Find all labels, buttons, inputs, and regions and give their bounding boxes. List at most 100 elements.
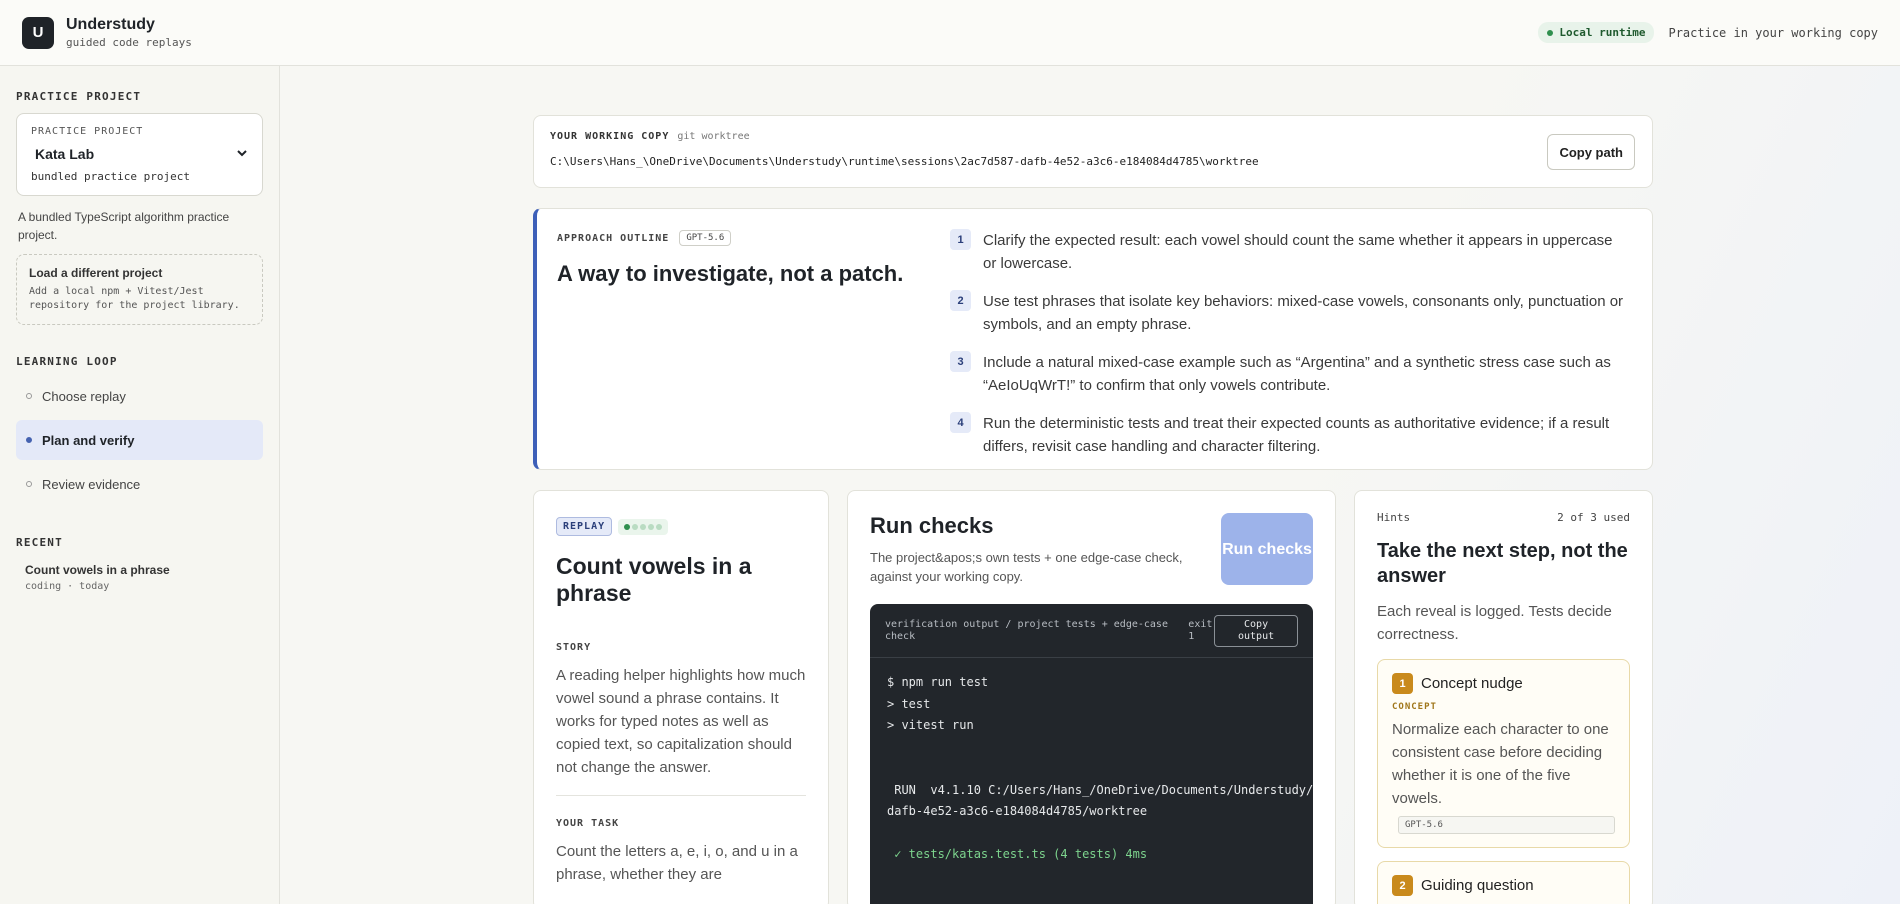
hint-title: Concept nudge xyxy=(1421,675,1523,692)
copy-path-button[interactable]: Copy path xyxy=(1547,134,1635,170)
recent-item-title: Count vowels in a phrase xyxy=(25,563,170,577)
approach-label: APPROACH OUTLINE xyxy=(557,232,670,244)
hint-category: CONCEPT xyxy=(1392,702,1437,712)
loop-item-label: Review evidence xyxy=(42,476,141,492)
hints-used-count: 2 of 3 used xyxy=(1557,511,1630,524)
exit-code: exit 1 xyxy=(1188,618,1213,642)
project-name: Kata Lab xyxy=(35,146,95,162)
terminal-line: RUN v4.1.10 C:/Users/Hans_/OneDrive/Docu… xyxy=(894,782,1313,797)
terminal-label: verification output / project tests + ed… xyxy=(885,618,1168,642)
progress-dot xyxy=(624,523,631,530)
loop-item-review-evidence[interactable]: Review evidence xyxy=(16,464,263,504)
hint-number: 1 xyxy=(1392,673,1413,694)
sidebar: PRACTICE PROJECT PRACTICE PROJECT Kata L… xyxy=(0,66,280,904)
run-checks-button[interactable]: Run checks xyxy=(1221,513,1313,585)
terminal-line: ✓ tests/katas.test.ts (4 tests) 4ms xyxy=(887,847,1148,861)
story-label: STORY xyxy=(556,642,592,653)
app-header: U Understudy guided code replays Local r… xyxy=(0,0,1900,66)
recent-heading: RECENT xyxy=(16,536,63,549)
working-copy-path: C:\Users\Hans_\OneDrive\Documents\Unders… xyxy=(550,155,1259,168)
recent-item-sub: coding · today xyxy=(25,581,110,592)
app-logo: U xyxy=(22,16,54,49)
app-subtitle: guided code replays xyxy=(66,36,192,49)
step-dot-icon xyxy=(26,437,32,443)
model-badge: GPT-5.6 xyxy=(679,230,732,246)
loop-item-choose-replay[interactable]: Choose replay xyxy=(16,376,263,416)
project-description: A bundled TypeScript algorithm practice … xyxy=(18,210,230,242)
practice-project-heading: PRACTICE PROJECT xyxy=(16,90,142,103)
terminal-line: $ npm run test xyxy=(887,675,989,689)
hint-item[interactable]: 1 Concept nudge CONCEPT Normalize each c… xyxy=(1377,659,1630,848)
approach-step: 1 Clarify the expected result: each vowe… xyxy=(950,229,1630,275)
terminal-line: > vitest run xyxy=(887,718,974,732)
hints-card: Hints 2 of 3 used Take the next step, no… xyxy=(1354,490,1653,904)
main-content: YOUR WORKING COPY git worktree C:\Users\H… xyxy=(281,66,1900,904)
header-note: Practice in your working copy xyxy=(1668,25,1878,40)
app-name: Understudy xyxy=(66,16,155,33)
approach-step: 2 Use test phrases that isolate key beha… xyxy=(950,290,1630,336)
loop-item-plan-and-verify[interactable]: Plan and verify xyxy=(16,420,263,460)
project-card-desc: bundled practice project xyxy=(31,170,190,183)
task-text: Count the letters a, e, i, o, and u in a… xyxy=(556,843,798,883)
project-selector[interactable]: PRACTICE PROJECT Kata Lab bundled practi… xyxy=(16,113,263,196)
divider xyxy=(556,795,806,796)
status-dot-icon xyxy=(1547,29,1554,36)
hints-desc: Each reveal is logged. Tests decide corr… xyxy=(1377,603,1612,643)
progress-dot xyxy=(640,523,647,530)
load-project-title: Load a different project xyxy=(29,266,163,280)
replay-tag: REPLAY xyxy=(556,517,613,536)
brand: Understudy guided code replays xyxy=(66,16,192,49)
terminal-line: dafb-4e52-a3c6-e184084d4785/worktree xyxy=(887,804,1148,818)
hint-title: Guiding question xyxy=(1421,877,1534,894)
step-dot-icon xyxy=(26,393,32,399)
terminal-line: > test xyxy=(887,696,931,711)
step-text: Clarify the expected result: each vowel … xyxy=(983,232,1613,272)
working-copy-label: YOUR WORKING COPY git worktree xyxy=(550,131,1636,142)
loop-item-label: Plan and verify xyxy=(42,432,135,448)
step-text: Include a natural mixed-case example suc… xyxy=(983,354,1611,394)
step-text: Use test phrases that isolate key behavi… xyxy=(983,293,1624,333)
hint-item[interactable]: 2 Guiding question xyxy=(1377,861,1630,904)
loop-item-label: Choose replay xyxy=(42,388,126,404)
step-number: 4 xyxy=(950,412,971,433)
terminal-body: $ npm run test > test > vitest run RUN v4.… xyxy=(870,658,1313,880)
hint-number: 2 xyxy=(1392,875,1413,896)
copy-output-button[interactable]: Copy output xyxy=(1214,614,1298,647)
hints-label: Hints xyxy=(1377,511,1411,524)
chevron-down-icon[interactable] xyxy=(236,147,248,162)
step-number: 1 xyxy=(950,229,971,250)
learning-loop-heading: LEARNING LOOP xyxy=(16,355,118,368)
step-number: 2 xyxy=(950,290,971,311)
runtime-status-badge: Local runtime xyxy=(1538,22,1655,43)
approach-steps: 1 Clarify the expected result: each vowe… xyxy=(950,229,1630,473)
run-checks-card: Run checks The project&apos;s own tests … xyxy=(847,490,1336,904)
story-text: A reading helper highlights how much vow… xyxy=(556,667,806,776)
replay-progress-dots xyxy=(618,518,669,535)
load-project-button[interactable]: Load a different project Add a local npm… xyxy=(16,254,263,325)
replay-title: Count vowels in a phrase xyxy=(556,553,752,606)
replay-story-card: REPLAY Count vowels in a phrase STORY A … xyxy=(533,490,829,904)
project-card-label: PRACTICE PROJECT xyxy=(31,126,144,137)
task-label: YOUR TASK xyxy=(556,818,620,829)
approach-step: 4 Run the deterministic tests and treat … xyxy=(950,412,1630,458)
progress-dot xyxy=(632,523,639,530)
working-copy-title: YOUR WORKING COPY xyxy=(550,131,670,142)
terminal-output[interactable]: verification output / project tests + ed… xyxy=(870,604,1313,904)
run-checks-desc: The project&apos;s own tests + one edge-… xyxy=(870,550,1183,584)
load-project-desc: Add a local npm + Vitest/Jest repository… xyxy=(29,286,240,311)
step-text: Run the deterministic tests and treat th… xyxy=(983,415,1610,455)
hint-text: Normalize each character to one consiste… xyxy=(1392,721,1609,807)
hint-model-badge: GPT-5.6 xyxy=(1398,816,1615,834)
hints-title: Take the next step, not the answer xyxy=(1377,540,1628,587)
step-number: 3 xyxy=(950,351,971,372)
approach-outline-card: APPROACH OUTLINE GPT-5.6 A way to invest… xyxy=(533,208,1653,470)
approach-step: 3 Include a natural mixed-case example s… xyxy=(950,351,1630,397)
runtime-badge-label: Local runtime xyxy=(1559,26,1646,39)
recent-item[interactable]: Count vowels in a phrase coding · today xyxy=(16,563,263,592)
progress-dot xyxy=(656,523,663,530)
progress-dot xyxy=(648,523,655,530)
step-dot-icon xyxy=(26,481,32,487)
